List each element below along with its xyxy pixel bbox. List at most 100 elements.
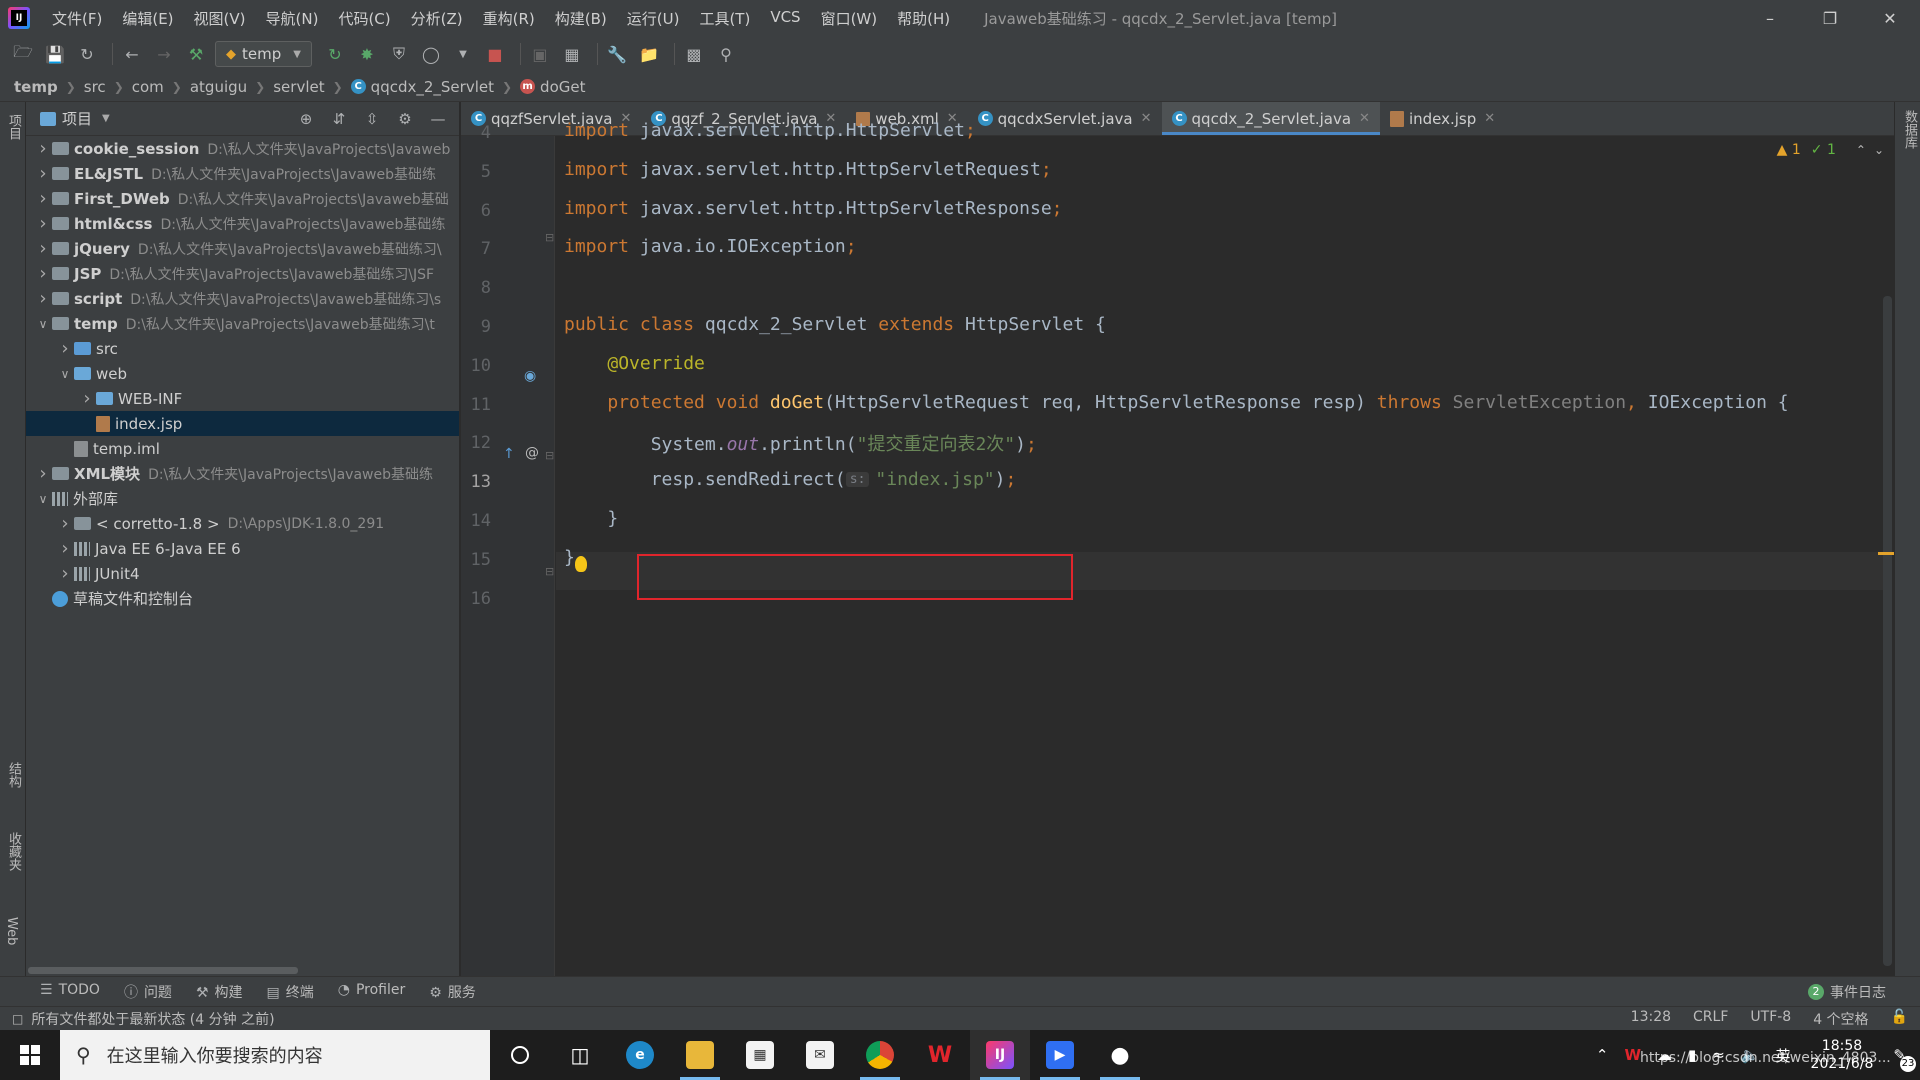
file-explorer-icon[interactable] bbox=[670, 1030, 730, 1080]
video-app-icon[interactable]: ▶ bbox=[1030, 1030, 1090, 1080]
breadcrumb-item[interactable]: com bbox=[132, 78, 164, 96]
project-panel-title[interactable]: 项目 bbox=[62, 108, 92, 129]
annotation-marker-icon[interactable]: @ bbox=[525, 445, 539, 461]
tree-row[interactable]: › WEB-INF bbox=[26, 386, 459, 411]
menu-item[interactable]: VCS bbox=[760, 8, 810, 29]
event-log-button[interactable]: 2 事件日志 bbox=[1808, 982, 1886, 1002]
tool-window-button[interactable]: ⚙ 服务 bbox=[429, 982, 476, 1002]
fold-icon[interactable]: ⊟ bbox=[545, 449, 554, 462]
chevron-right-icon[interactable]: › bbox=[56, 338, 74, 359]
chevron-down-icon[interactable]: ∨ bbox=[56, 367, 74, 381]
chevron-up-icon[interactable]: ⌃ bbox=[1856, 143, 1866, 157]
tree-row[interactable]: › Java EE 6-Java EE 6 bbox=[26, 536, 459, 561]
tree-row[interactable]: › < corretto-1.8 > D:\Apps\JDK-1.8.0_291 bbox=[26, 511, 459, 536]
toggle-tool-windows-icon[interactable]: □ bbox=[12, 1012, 23, 1026]
servlet-mapping-icon[interactable]: ◉ bbox=[524, 368, 536, 384]
menu-item[interactable]: 重构(R) bbox=[473, 8, 545, 29]
open-folder-icon[interactable]: 🗁 bbox=[10, 41, 36, 67]
tool-window-button[interactable]: ☰ TODO bbox=[40, 982, 100, 1002]
tree-row[interactable]: › XML模块 D:\私人文件夹\JavaProjects\Javaweb基础练 bbox=[26, 461, 459, 486]
menu-item[interactable]: 帮助(H) bbox=[887, 8, 960, 29]
tool-window-button[interactable]: ⚒ 构建 bbox=[196, 982, 243, 1002]
run-configuration-select[interactable]: ◆ temp ▼ bbox=[215, 41, 312, 67]
menu-item[interactable]: 导航(N) bbox=[256, 8, 329, 29]
fold-icon[interactable]: ⊟ bbox=[545, 565, 554, 578]
vertical-scrollbar[interactable] bbox=[1883, 296, 1892, 966]
tree-row[interactable]: › script D:\私人文件夹\JavaProjects\Javaweb基础练习… bbox=[26, 286, 459, 311]
qq-icon[interactable]: ● bbox=[1090, 1030, 1150, 1080]
wps-icon[interactable]: W bbox=[910, 1030, 970, 1080]
warning-stripe-marker[interactable] bbox=[1878, 552, 1894, 555]
chevron-right-icon[interactable]: › bbox=[78, 388, 96, 409]
tree-row[interactable]: 草稿文件和控制台 bbox=[26, 586, 459, 611]
attach-debugger-icon[interactable]: ▣ bbox=[527, 41, 553, 67]
close-tab-icon[interactable]: ✕ bbox=[1141, 111, 1152, 126]
fold-icon[interactable]: ⊟ bbox=[545, 231, 554, 244]
chevron-right-icon[interactable]: › bbox=[34, 138, 52, 159]
chevron-right-icon[interactable]: › bbox=[56, 563, 74, 584]
locate-target-icon[interactable]: ⊕ bbox=[293, 110, 319, 128]
tree-row[interactable]: ∨ temp D:\私人文件夹\JavaProjects\Javaweb基础练习\t bbox=[26, 311, 459, 336]
expand-all-icon[interactable]: ⇵ bbox=[326, 110, 352, 128]
taskbar-search[interactable]: ⚲ 在这里输入你要搜索的内容 bbox=[60, 1030, 490, 1080]
lightbulb-icon[interactable] bbox=[575, 556, 587, 572]
terminal-window-icon[interactable]: ▩ bbox=[681, 41, 707, 67]
breadcrumb-item[interactable]: doGet bbox=[540, 78, 585, 96]
tool-window-button[interactable]: ◔ Profiler bbox=[338, 982, 406, 1002]
breadcrumb-item[interactable]: qqcdx_2_Servlet bbox=[371, 78, 494, 96]
inspection-widget[interactable]: ▲ 1 ✓ 1 ⌃ ⌄ bbox=[1777, 142, 1884, 158]
chevron-right-icon[interactable]: › bbox=[34, 288, 52, 309]
edge-icon[interactable]: e bbox=[610, 1030, 670, 1080]
debug-icon[interactable]: ✸ bbox=[354, 41, 380, 67]
tree-row[interactable]: › cookie_session D:\私人文件夹\JavaProjects\Jav… bbox=[26, 136, 459, 161]
web-tool-button[interactable]: Web bbox=[4, 917, 19, 945]
wps-tray-icon[interactable]: W bbox=[1624, 1046, 1641, 1064]
close-tab-icon[interactable]: ✕ bbox=[1359, 111, 1370, 126]
chevron-right-icon[interactable]: › bbox=[34, 238, 52, 259]
build-hammer-icon[interactable]: ⚒ bbox=[183, 41, 209, 67]
tree-row[interactable]: › JSP D:\私人文件夹\JavaProjects\Javaweb基础练习\JS… bbox=[26, 261, 459, 286]
menu-item[interactable]: 文件(F) bbox=[42, 8, 112, 29]
sync-icon[interactable]: ↻ bbox=[74, 41, 100, 67]
close-window-button[interactable]: ✕ bbox=[1860, 0, 1920, 36]
show-hidden-icons-icon[interactable]: ⌃ bbox=[1596, 1046, 1609, 1064]
editor-tab[interactable]: CqqcdxServlet.java ✕ bbox=[968, 102, 1162, 135]
menu-item[interactable]: 窗口(W) bbox=[811, 8, 888, 29]
menu-item[interactable]: 分析(Z) bbox=[401, 8, 473, 29]
caret-position[interactable]: 13:28 bbox=[1631, 1009, 1671, 1029]
favorites-tool-button[interactable]: 收藏夹 bbox=[4, 832, 23, 871]
chevron-right-icon[interactable]: › bbox=[34, 163, 52, 184]
tool-window-button[interactable]: ⓘ 问题 bbox=[124, 982, 172, 1002]
tree-row[interactable]: › JUnit4 bbox=[26, 561, 459, 586]
start-button[interactable] bbox=[0, 1030, 60, 1080]
stop-icon[interactable]: ■ bbox=[482, 41, 508, 67]
tree-row[interactable]: › First_DWeb D:\私人文件夹\JavaProjects\Javaweb… bbox=[26, 186, 459, 211]
database-tool-button[interactable]: 数据库 bbox=[1900, 110, 1919, 149]
file-encoding[interactable]: UTF-8 bbox=[1750, 1009, 1791, 1029]
save-all-icon[interactable]: 💾 bbox=[42, 41, 68, 67]
hide-panel-icon[interactable]: — bbox=[425, 110, 451, 128]
chevron-right-icon[interactable]: › bbox=[34, 263, 52, 284]
chevron-right-icon[interactable]: › bbox=[34, 463, 52, 484]
breadcrumb-item[interactable]: src bbox=[84, 78, 106, 96]
editor-tab[interactable]: Cqqcdx_2_Servlet.java ✕ bbox=[1161, 102, 1381, 135]
collapse-all-icon[interactable]: ⇳ bbox=[359, 110, 385, 128]
override-marker-icon[interactable]: ↑ bbox=[503, 446, 515, 462]
indent-setting[interactable]: 4 个空格 bbox=[1813, 1009, 1868, 1029]
tree-row[interactable]: › jQuery D:\私人文件夹\JavaProjects\Javaweb基础练习… bbox=[26, 236, 459, 261]
menu-item[interactable]: 构建(B) bbox=[545, 8, 617, 29]
menu-item[interactable]: 代码(C) bbox=[328, 8, 400, 29]
minimize-button[interactable]: – bbox=[1740, 0, 1800, 36]
settings-wrench-icon[interactable]: 🔧 bbox=[604, 41, 630, 67]
tree-row[interactable]: › src bbox=[26, 336, 459, 361]
more-run-chevron-icon[interactable]: ▼ bbox=[450, 41, 476, 67]
rerun-icon[interactable]: ↻ bbox=[322, 41, 348, 67]
intellij-taskbar-icon[interactable]: IJ bbox=[970, 1030, 1030, 1080]
coverage-icon[interactable]: ⛨ bbox=[386, 41, 412, 67]
chevron-down-icon[interactable]: ∨ bbox=[34, 492, 52, 506]
chevron-down-icon[interactable]: ▼ bbox=[102, 113, 110, 124]
breadcrumb-item[interactable]: temp bbox=[14, 78, 58, 96]
chevron-right-icon[interactable]: › bbox=[56, 538, 74, 559]
forward-icon[interactable]: → bbox=[151, 41, 177, 67]
menu-item[interactable]: 编辑(E) bbox=[112, 8, 183, 29]
